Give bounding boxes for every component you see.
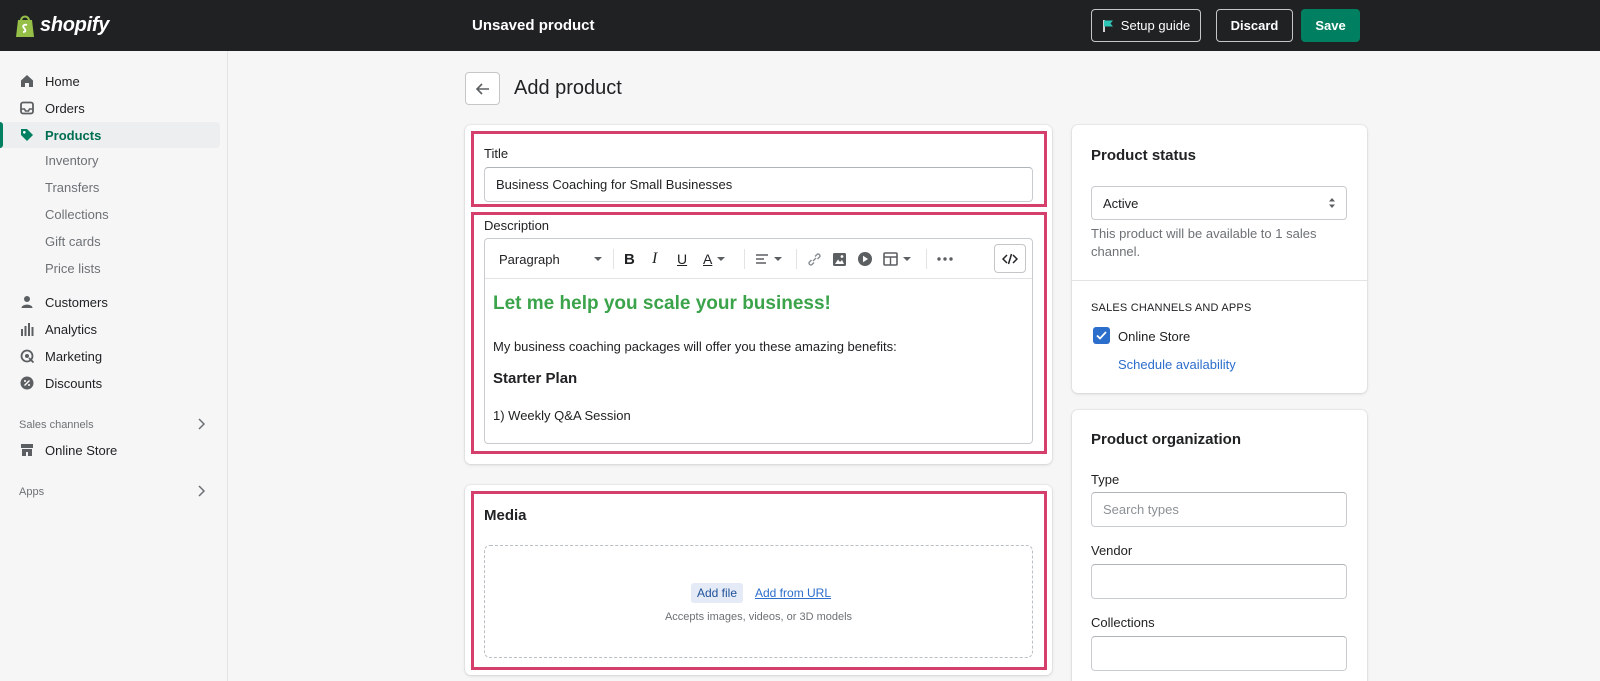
sidebar-item-products[interactable]: Products xyxy=(0,122,220,148)
sidebar-item-analytics[interactable]: Analytics xyxy=(0,316,220,342)
align-icon[interactable] xyxy=(755,250,784,268)
description-intro[interactable]: My business coaching packages will offer… xyxy=(493,339,897,354)
setup-guide-button[interactable]: Setup guide xyxy=(1091,9,1201,42)
vendor-input[interactable] xyxy=(1091,564,1347,599)
apps-heading: Apps xyxy=(19,486,45,498)
description-subheading[interactable]: Starter Plan xyxy=(493,370,577,387)
checkmark-icon xyxy=(1096,331,1107,340)
shopify-bag-icon xyxy=(16,15,34,37)
title-label: Title xyxy=(484,146,509,161)
sidebar-subitem-collections[interactable]: Collections xyxy=(45,207,109,222)
add-file-button[interactable]: Add file xyxy=(691,583,744,603)
sidebar-item-label: Online Store xyxy=(45,443,118,458)
online-store-checkbox[interactable] xyxy=(1093,327,1110,344)
media-dropzone[interactable]: Add file Add from URL Accepts images, vi… xyxy=(484,545,1033,658)
toolbar-divider xyxy=(613,249,614,269)
chevron-right-icon[interactable] xyxy=(196,484,206,498)
paragraph-style-label: Paragraph xyxy=(499,251,560,267)
sidebar-subitem-inventory[interactable]: Inventory xyxy=(45,153,98,168)
caret-down-icon xyxy=(593,257,602,261)
page-title: Add product xyxy=(514,77,622,99)
link-icon[interactable] xyxy=(807,250,822,268)
sidebar-item-label: Analytics xyxy=(45,322,98,337)
sidebar-item-label: Orders xyxy=(45,101,85,116)
type-label: Type xyxy=(1091,472,1120,487)
table-icon[interactable] xyxy=(883,250,913,268)
online-store-label: Online Store xyxy=(1118,329,1191,344)
target-icon xyxy=(20,349,34,363)
sidebar: Home Orders Products Inventory Transfers… xyxy=(0,51,228,681)
person-icon xyxy=(21,296,33,308)
top-bar: shopify Unsaved product Setup guide Disc… xyxy=(0,0,1600,51)
sidebar-item-label: Home xyxy=(45,74,80,89)
arrow-left-icon xyxy=(475,82,489,95)
description-editor: Paragraph B I U A Let me help you scale … xyxy=(484,238,1033,444)
sidebar-item-discounts[interactable]: Discounts xyxy=(0,370,220,396)
sales-channels-heading: Sales channels xyxy=(19,419,94,431)
status-help-text: This product will be available to 1 sale… xyxy=(1091,226,1317,259)
store-icon xyxy=(21,444,33,456)
product-status-title: Product status xyxy=(1091,147,1197,164)
setup-guide-label: Setup guide xyxy=(1120,18,1191,33)
status-select[interactable]: Active xyxy=(1091,186,1347,220)
discount-icon xyxy=(20,376,34,390)
schedule-availability-link[interactable]: Schedule availability xyxy=(1118,357,1236,372)
toolbar-divider xyxy=(744,249,745,269)
bold-icon[interactable]: B xyxy=(624,250,635,268)
title-input[interactable]: Business Coaching for Small Businesses xyxy=(484,167,1033,202)
sidebar-subitem-gift-cards[interactable]: Gift cards xyxy=(45,234,101,249)
toolbar-divider xyxy=(926,249,927,269)
home-icon xyxy=(21,75,33,87)
status-select-value: Active xyxy=(1103,195,1139,211)
media-title: Media xyxy=(484,507,527,524)
image-icon[interactable] xyxy=(832,250,847,268)
paragraph-style-dropdown[interactable]: Paragraph xyxy=(499,250,604,268)
toolbar-divider xyxy=(796,249,797,269)
active-indicator xyxy=(0,122,3,148)
sidebar-item-label: Discounts xyxy=(45,376,103,391)
html-code-icon[interactable] xyxy=(994,244,1026,273)
underline-icon[interactable]: U xyxy=(677,250,687,268)
sidebar-item-orders[interactable]: Orders xyxy=(0,95,220,121)
product-organization-title: Product organization xyxy=(1091,431,1241,448)
description-list-item[interactable]: 1) Weekly Q&A Session xyxy=(493,408,631,423)
discard-button[interactable]: Discard xyxy=(1216,9,1293,42)
sidebar-item-home[interactable]: Home xyxy=(0,68,220,94)
media-accepts-text: Accepts images, videos, or 3D models xyxy=(664,611,853,623)
collections-input[interactable] xyxy=(1091,636,1347,671)
sidebar-subitem-price-lists[interactable]: Price lists xyxy=(45,261,101,276)
description-label: Description xyxy=(484,218,550,233)
back-button[interactable] xyxy=(465,72,500,105)
text-color-icon[interactable]: A xyxy=(703,250,727,268)
type-input[interactable]: Search types xyxy=(1091,492,1347,527)
select-arrows-icon xyxy=(1329,198,1335,208)
sidebar-subitem-transfers[interactable]: Transfers xyxy=(45,180,99,195)
tag-icon xyxy=(21,129,33,141)
sidebar-item-customers[interactable]: Customers xyxy=(0,289,220,315)
save-button[interactable]: Save xyxy=(1301,9,1360,42)
sidebar-item-label: Marketing xyxy=(45,349,103,364)
flag-icon xyxy=(1102,19,1113,32)
topbar-title: Unsaved product xyxy=(472,17,595,34)
chevron-right-icon[interactable] xyxy=(196,417,206,431)
sales-channels-apps-heading: SALES CHANNELS AND APPS xyxy=(1091,302,1252,314)
logo-text: shopify xyxy=(40,13,110,36)
description-heading[interactable]: Let me help you scale your business! xyxy=(493,293,831,315)
italic-icon[interactable]: I xyxy=(652,250,657,268)
shopify-logo[interactable]: shopify xyxy=(14,12,109,38)
video-icon[interactable] xyxy=(857,250,873,268)
collections-label: Collections xyxy=(1091,615,1155,630)
more-icon[interactable] xyxy=(937,250,953,268)
sidebar-item-label: Customers xyxy=(45,295,108,310)
divider xyxy=(1072,280,1367,281)
vendor-label: Vendor xyxy=(1091,543,1133,558)
bar-chart-icon xyxy=(21,323,34,336)
editor-toolbar: Paragraph B I U A xyxy=(485,239,1032,279)
add-from-url-link[interactable]: Add from URL xyxy=(755,586,831,600)
orders-icon xyxy=(20,101,34,115)
sidebar-item-marketing[interactable]: Marketing xyxy=(0,343,220,369)
sidebar-item-label: Products xyxy=(45,128,102,143)
sidebar-item-online-store[interactable]: Online Store xyxy=(0,437,220,463)
